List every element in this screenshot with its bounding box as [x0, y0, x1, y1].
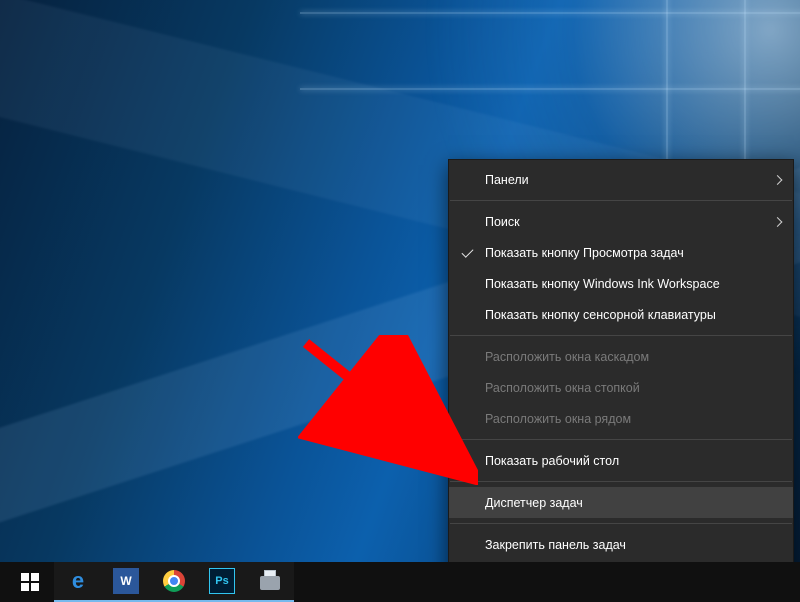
context-menu-item[interactable]: Панели	[449, 164, 793, 195]
wallpaper-line	[300, 88, 800, 90]
context-menu-item[interactable]: Поиск	[449, 206, 793, 237]
desktop: Панели Поиск Показать кнопку Просмотра зад…	[0, 0, 800, 602]
chrome-icon	[163, 570, 185, 592]
context-menu-item[interactable]: Диспетчер задач	[449, 487, 793, 518]
word-app[interactable]: W	[102, 562, 150, 602]
context-menu-item-label: Поиск	[485, 215, 520, 229]
context-menu-item[interactable]: Закрепить панель задач	[449, 529, 793, 560]
edge-icon: e	[65, 568, 91, 594]
context-menu-item-label: Расположить окна каскадом	[485, 350, 649, 364]
context-menu-item: Расположить окна каскадом	[449, 341, 793, 372]
ps-icon: Ps	[209, 568, 235, 594]
wallpaper-line	[300, 12, 800, 14]
context-menu-item[interactable]: Показать кнопку Windows Ink Workspace	[449, 268, 793, 299]
chrome-app[interactable]	[150, 562, 198, 602]
menu-separator	[450, 439, 792, 440]
context-menu-item-label: Панели	[485, 173, 529, 187]
context-menu-item-label: Показать кнопку сенсорной клавиатуры	[485, 308, 716, 322]
menu-separator	[450, 481, 792, 482]
context-menu-item: Расположить окна стопкой	[449, 372, 793, 403]
context-menu-item: Расположить окна рядом	[449, 403, 793, 434]
printer-app[interactable]	[246, 562, 294, 602]
taskbar[interactable]: eW Ps	[0, 562, 800, 602]
context-menu-item-label: Показать рабочий стол	[485, 454, 619, 468]
word-icon: W	[113, 568, 139, 594]
context-menu-item-label: Расположить окна стопкой	[485, 381, 640, 395]
start-button[interactable]	[6, 562, 54, 602]
photoshop-app[interactable]: Ps	[198, 562, 246, 602]
context-menu-item-label: Диспетчер задач	[485, 496, 583, 510]
context-menu-item-label: Показать кнопку Просмотра задач	[485, 246, 684, 260]
context-menu-item-label: Закрепить панель задач	[485, 538, 626, 552]
taskbar-context-menu: Панели Поиск Показать кнопку Просмотра зад…	[448, 159, 794, 596]
windows-logo-icon	[21, 573, 39, 591]
edge-app[interactable]: e	[54, 562, 102, 602]
context-menu-item[interactable]: Показать кнопку сенсорной клавиатуры	[449, 299, 793, 330]
menu-separator	[450, 523, 792, 524]
printer-icon	[258, 570, 282, 592]
context-menu-item[interactable]: Показать кнопку Просмотра задач	[449, 237, 793, 268]
context-menu-item[interactable]: Показать рабочий стол	[449, 445, 793, 476]
menu-separator	[450, 200, 792, 201]
context-menu-item-label: Показать кнопку Windows Ink Workspace	[485, 277, 720, 291]
menu-separator	[450, 335, 792, 336]
context-menu-item-label: Расположить окна рядом	[485, 412, 631, 426]
